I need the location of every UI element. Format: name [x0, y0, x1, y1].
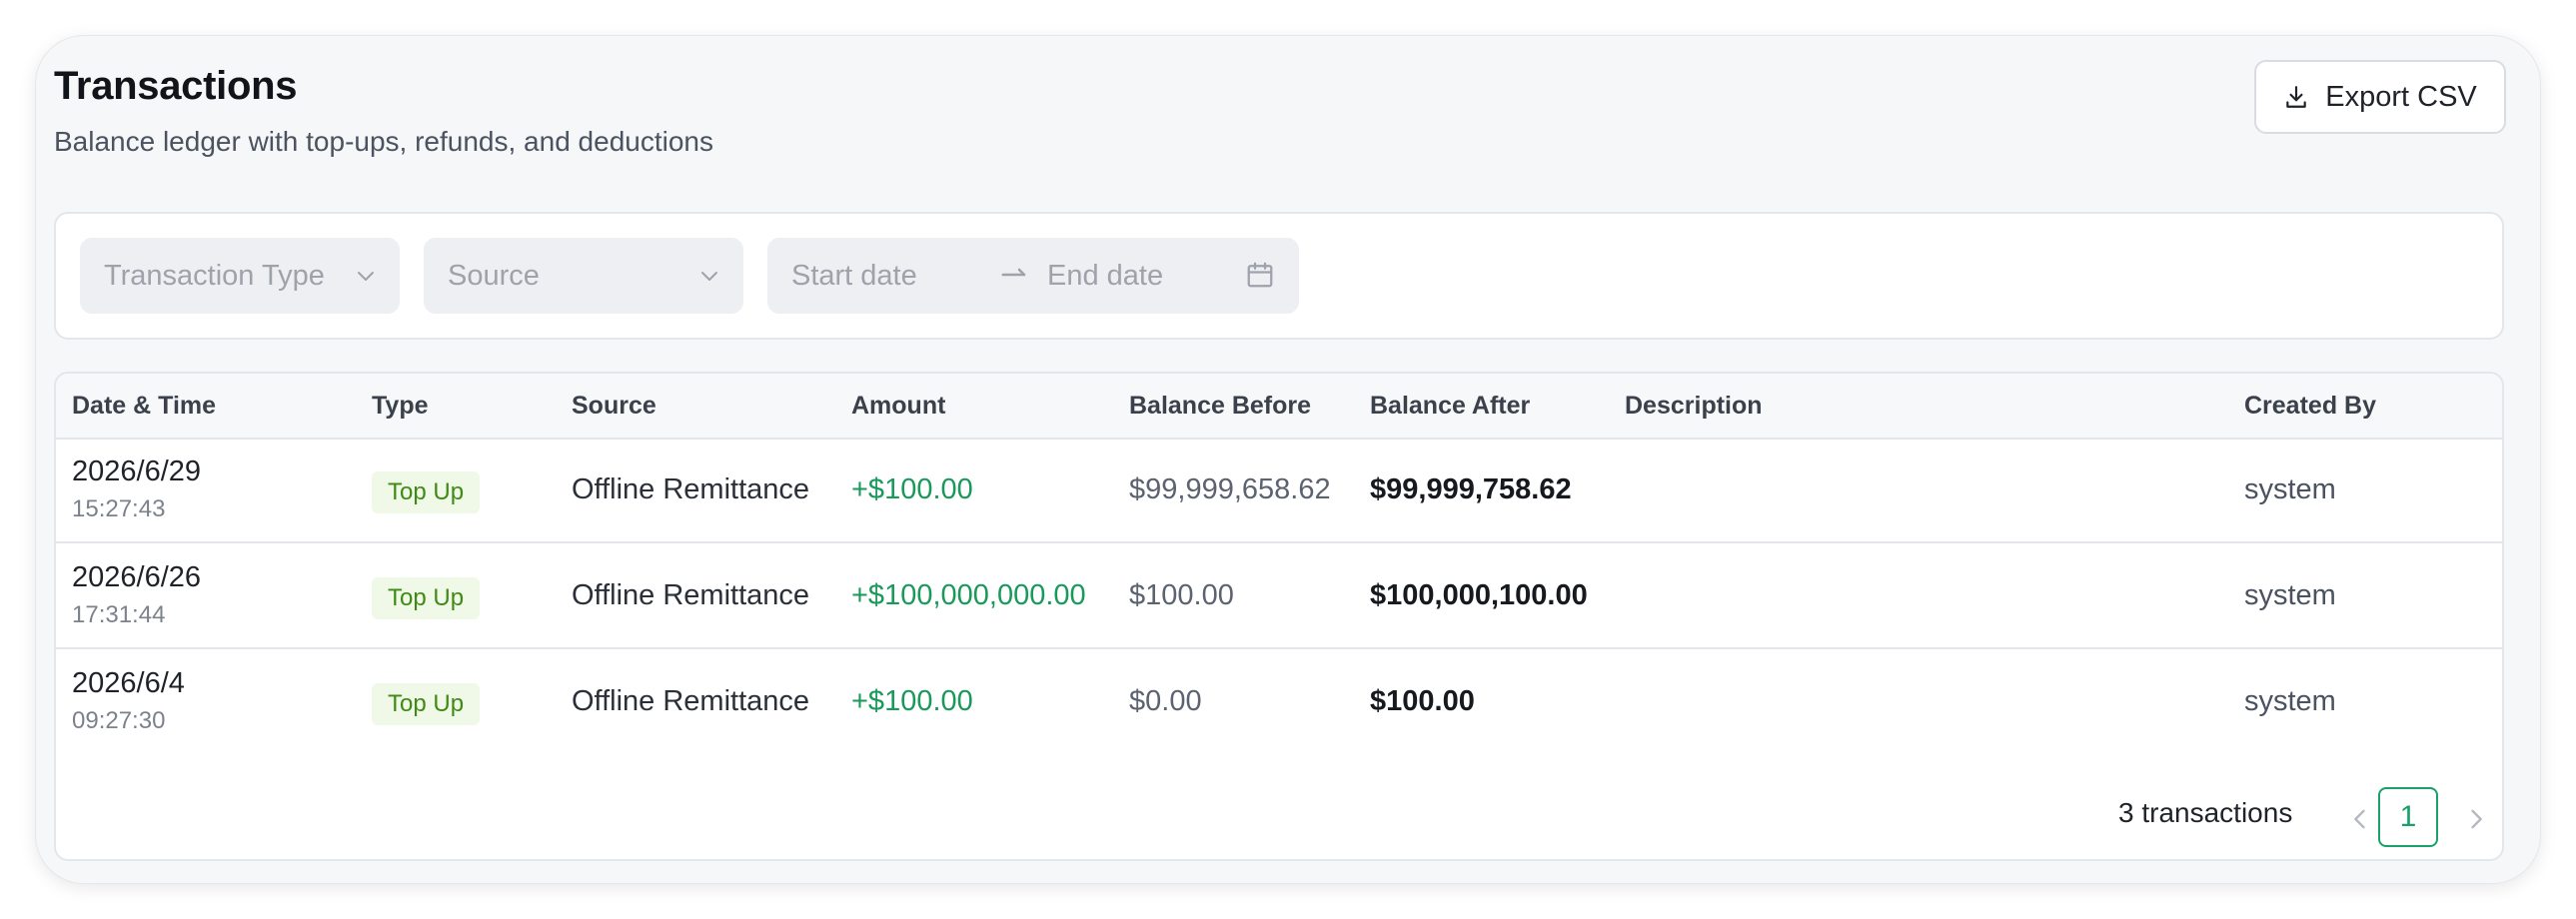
row-amount: +$100.00 — [851, 473, 973, 505]
row-amount: +$100.00 — [851, 685, 973, 717]
row-time: 09:27:30 — [72, 707, 166, 734]
calendar-icon — [1247, 262, 1273, 288]
table-header: Date & Time Type Source Amount Balance B… — [56, 374, 2502, 440]
row-source: Offline Remittance — [572, 579, 810, 611]
date-range-picker[interactable]: Start date End date — [767, 238, 1299, 314]
type-badge: Top Up — [372, 471, 481, 513]
download-icon — [2286, 86, 2306, 108]
pagination-summary: 3 transactions — [2118, 797, 2293, 828]
table-row: 2026/6/4 09:27:30 Top Up Offline Remitta… — [56, 649, 2502, 755]
row-amount: +$100,000,000.00 — [851, 579, 1086, 611]
type-badge: Top Up — [372, 577, 481, 619]
type-badge: Top Up — [372, 683, 481, 725]
row-time: 17:31:44 — [72, 601, 166, 628]
row-created-by: system — [2244, 473, 2336, 505]
row-balance-after: $100,000,100.00 — [1370, 579, 1588, 611]
row-source: Offline Remittance — [572, 473, 810, 505]
column-header-created-by: Created By — [2244, 392, 2376, 420]
row-balance-before: $100.00 — [1129, 579, 1234, 611]
row-created-by: system — [2244, 685, 2336, 717]
page-subtitle: Balance ledger with top-ups, refunds, an… — [54, 126, 713, 157]
column-header-description: Description — [1625, 392, 1763, 420]
row-created-by: system — [2244, 579, 2336, 611]
transactions-table: Date & Time Type Source Amount Balance B… — [54, 372, 2504, 861]
table-row: 2026/6/26 17:31:44 Top Up Offline Remitt… — [56, 543, 2502, 649]
row-date: 2026/6/4 — [72, 667, 185, 699]
page-title: Transactions — [54, 64, 298, 108]
row-balance-after: $100.00 — [1370, 685, 1475, 717]
transaction-type-placeholder: Transaction Type — [104, 259, 325, 292]
table-row: 2026/6/29 15:27:43 Top Up Offline Remitt… — [56, 438, 2502, 543]
column-header-balance-before: Balance Before — [1129, 392, 1312, 420]
chevron-down-icon — [701, 272, 717, 281]
transaction-type-select[interactable]: Transaction Type — [80, 238, 400, 314]
page-button-current[interactable]: 1 — [2378, 787, 2438, 847]
export-csv-label: Export CSV — [2325, 80, 2477, 113]
transactions-card: Transactions Balance ledger with top-ups… — [36, 36, 2540, 883]
export-csv-button[interactable]: Export CSV — [2254, 60, 2506, 134]
filter-panel: Transaction Type Source Start date End d… — [54, 212, 2504, 340]
row-balance-before: $0.00 — [1129, 685, 1202, 717]
column-header-date: Date & Time — [72, 392, 217, 420]
column-header-type: Type — [372, 392, 429, 420]
row-date: 2026/6/29 — [72, 456, 202, 487]
column-header-amount: Amount — [851, 392, 946, 420]
source-placeholder: Source — [448, 259, 540, 292]
chevron-left-icon[interactable] — [2346, 805, 2374, 833]
column-header-balance-after: Balance After — [1370, 392, 1531, 420]
chevron-right-icon[interactable] — [2462, 805, 2490, 833]
row-source: Offline Remittance — [572, 685, 810, 717]
column-header-source: Source — [572, 392, 656, 420]
arrow-right-icon — [1001, 268, 1026, 277]
start-date-input[interactable]: Start date — [791, 260, 917, 293]
row-balance-after: $99,999,758.62 — [1370, 473, 1572, 505]
row-date: 2026/6/26 — [72, 561, 202, 593]
source-select[interactable]: Source — [424, 238, 743, 314]
end-date-input[interactable]: End date — [1047, 260, 1163, 293]
chevron-down-icon — [358, 272, 374, 281]
row-time: 15:27:43 — [72, 495, 166, 522]
row-balance-before: $99,999,658.62 — [1129, 473, 1331, 505]
